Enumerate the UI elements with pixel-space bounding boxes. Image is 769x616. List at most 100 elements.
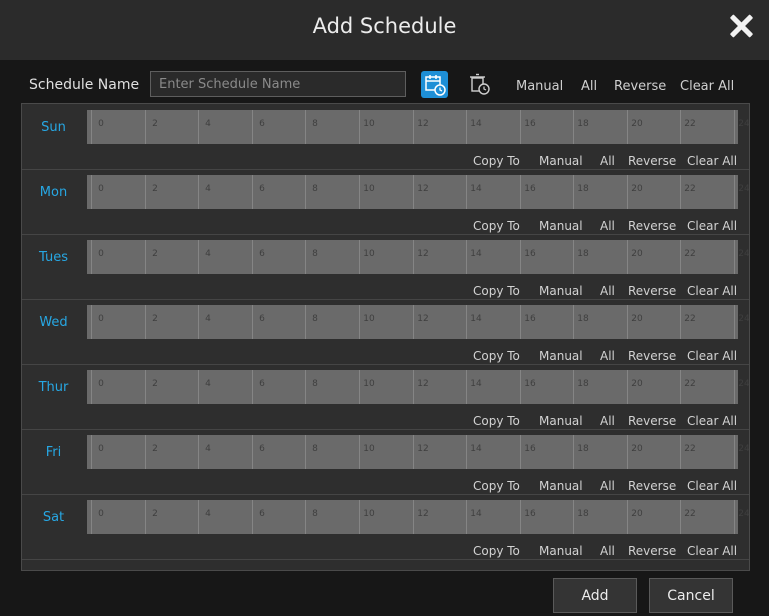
reverse-link[interactable]: Reverse [628, 479, 676, 493]
hour-label: 0 [98, 444, 104, 454]
hour-tick [413, 500, 414, 534]
hour-label: 4 [205, 509, 211, 519]
timeline-bar[interactable]: 0 2 4 6 8 10 12 14 16 18 20 22 24 [87, 305, 750, 339]
hour-tick [573, 305, 574, 339]
day-label: Fri [45, 445, 62, 460]
copy-to-link[interactable]: Copy To [473, 544, 520, 558]
hour-tick [627, 435, 628, 469]
hour-label: 14 [470, 184, 482, 194]
all-link[interactable]: All [600, 219, 615, 233]
hour-label: 6 [259, 444, 265, 454]
timeline-bar[interactable]: 0 2 4 6 8 10 12 14 16 18 20 22 24 [87, 240, 750, 274]
clear-all-link[interactable]: Clear All [687, 479, 737, 493]
copy-to-link[interactable]: Copy To [473, 219, 520, 233]
manual-link[interactable]: Manual [539, 349, 583, 363]
copy-to-link[interactable]: Copy To [473, 284, 520, 298]
clear-all-link[interactable]: Clear All [687, 154, 737, 168]
select-all-link[interactable]: All [581, 79, 597, 94]
hour-label: 20 [631, 184, 643, 194]
hour-tick [627, 500, 628, 534]
add-button[interactable]: Add [553, 578, 637, 613]
reverse-link[interactable]: Reverse [628, 284, 676, 298]
hour-tick [680, 110, 681, 144]
all-link[interactable]: All [600, 154, 615, 168]
reverse-link[interactable]: Reverse [628, 544, 676, 558]
hour-label: 22 [684, 184, 696, 194]
manual-link[interactable]: Manual [539, 414, 583, 428]
clear-all-link[interactable]: Clear All [687, 544, 737, 558]
hour-label: 20 [631, 509, 643, 519]
clear-all-link[interactable]: Clear All [687, 284, 737, 298]
reverse-link[interactable]: Reverse [628, 219, 676, 233]
timeline-bar[interactable]: 0 2 4 6 8 10 12 14 16 18 20 22 24 [87, 175, 750, 209]
day-row-sun: Sun 0 2 4 6 8 10 12 14 16 18 20 22 24 Copy To Manual All… [22, 104, 750, 170]
copy-to-link[interactable]: Copy To [473, 349, 520, 363]
schedule-name-input[interactable] [150, 71, 406, 97]
reverse-all-link[interactable]: Reverse [614, 79, 666, 94]
copy-to-link[interactable]: Copy To [473, 414, 520, 428]
copy-to-link[interactable]: Copy To [473, 154, 520, 168]
clear-all-link[interactable]: Clear All [687, 414, 737, 428]
hour-label: 14 [470, 444, 482, 454]
manual-link[interactable]: Manual [539, 544, 583, 558]
hour-label: 16 [524, 119, 536, 129]
reverse-link[interactable]: Reverse [628, 154, 676, 168]
calendar-schedule-icon[interactable] [421, 71, 448, 98]
all-link[interactable]: All [600, 544, 615, 558]
timeline-bar[interactable]: 0 2 4 6 8 10 12 14 16 18 20 22 24 [87, 500, 750, 534]
timeline-bar[interactable]: 0 2 4 6 8 10 12 14 16 18 20 22 24 [87, 435, 750, 469]
all-link[interactable]: All [600, 284, 615, 298]
hour-tick [734, 500, 735, 534]
hour-label: 8 [312, 249, 318, 259]
hour-tick [305, 240, 306, 274]
timeline-bar[interactable]: 0 2 4 6 8 10 12 14 16 18 20 22 24 [87, 110, 750, 144]
all-link[interactable]: All [600, 414, 615, 428]
manual-link[interactable]: Manual [539, 284, 583, 298]
hour-tick [145, 500, 146, 534]
hour-label: 10 [363, 379, 375, 389]
cancel-button[interactable]: Cancel [649, 578, 733, 613]
manual-link[interactable]: Manual [539, 479, 583, 493]
hour-label: 2 [152, 444, 158, 454]
copy-to-link[interactable]: Copy To [473, 479, 520, 493]
all-link[interactable]: All [600, 479, 615, 493]
hour-tick [305, 500, 306, 534]
hour-label: 10 [363, 444, 375, 454]
schedule-grid: Sun 0 2 4 6 8 10 12 14 16 18 20 22 24 Copy To Manual All… [21, 103, 750, 571]
hour-label: 6 [259, 379, 265, 389]
hour-tick [520, 370, 521, 404]
reverse-link[interactable]: Reverse [628, 349, 676, 363]
manual-all-link[interactable]: Manual [516, 79, 563, 94]
hour-label: 2 [152, 509, 158, 519]
day-label: Wed [39, 315, 68, 330]
clear-all-link[interactable]: Clear All [687, 349, 737, 363]
hour-tick [573, 110, 574, 144]
timeline-bar[interactable]: 0 2 4 6 8 10 12 14 16 18 20 22 24 [87, 370, 750, 404]
hour-tick [680, 370, 681, 404]
clear-all-link[interactable]: Clear All [680, 79, 734, 94]
delete-schedule-icon[interactable] [466, 71, 493, 98]
hour-tick [627, 370, 628, 404]
hour-label: 24 [738, 184, 750, 194]
reverse-link[interactable]: Reverse [628, 414, 676, 428]
hour-label: 2 [152, 249, 158, 259]
schedule-name-row: Schedule Name Manual All Reverse Clear A… [0, 62, 769, 108]
clear-all-link[interactable]: Clear All [687, 219, 737, 233]
hour-tick [305, 110, 306, 144]
hour-tick [413, 175, 414, 209]
hour-label: 4 [205, 444, 211, 454]
manual-link[interactable]: Manual [539, 154, 583, 168]
hour-label: 24 [738, 379, 750, 389]
hour-label: 14 [470, 314, 482, 324]
hour-label: 12 [417, 184, 429, 194]
hour-tick [198, 500, 199, 534]
manual-link[interactable]: Manual [539, 219, 583, 233]
all-link[interactable]: All [600, 349, 615, 363]
hour-tick [145, 305, 146, 339]
hour-label: 24 [738, 314, 750, 324]
hour-label: 14 [470, 379, 482, 389]
dialog-header: Add Schedule [0, 0, 769, 60]
hour-tick [359, 435, 360, 469]
hour-tick [627, 110, 628, 144]
close-icon[interactable] [727, 12, 755, 40]
